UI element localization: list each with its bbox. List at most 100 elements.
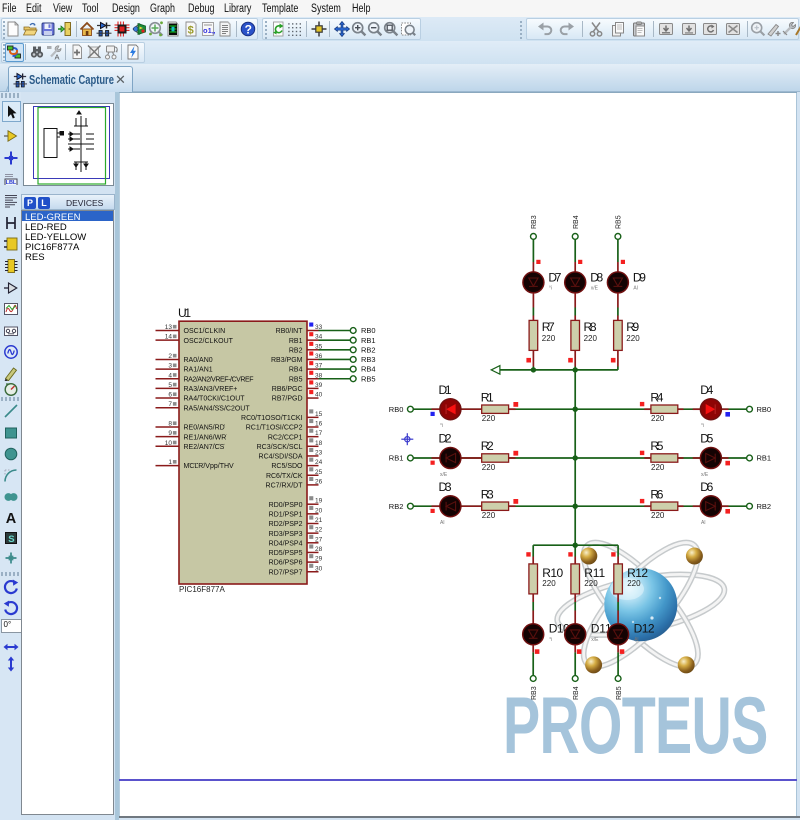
svg-text:RC2/CCP1: RC2/CCP1 xyxy=(268,434,303,441)
svg-text:°i: °i xyxy=(701,423,704,429)
svg-text:17: 17 xyxy=(315,430,323,437)
svg-text:220: 220 xyxy=(651,463,665,472)
svg-text:9: 9 xyxy=(168,430,172,437)
svg-text:10: 10 xyxy=(165,440,173,447)
svg-text:D5: D5 xyxy=(700,432,713,446)
svg-text:27: 27 xyxy=(315,536,323,543)
svg-text:20: 20 xyxy=(315,507,323,514)
svg-text:8: 8 xyxy=(168,421,172,428)
svg-text:R5: R5 xyxy=(650,439,663,453)
svg-text:RA4/T0CKI/C1OUT: RA4/T0CKI/C1OUT xyxy=(184,396,246,403)
svg-text:RB5: RB5 xyxy=(616,686,623,700)
svg-text:RC3/SCK/SCL: RC3/SCK/SCL xyxy=(257,444,303,451)
svg-text:24: 24 xyxy=(315,459,323,466)
svg-text:RB4: RB4 xyxy=(361,365,376,374)
svg-text:23: 23 xyxy=(315,449,323,456)
svg-text:RE0/AN5/RD: RE0/AN5/RD xyxy=(184,425,225,432)
svg-text:RC7/RX/DT: RC7/RX/DT xyxy=(266,483,304,490)
svg-text:RB4: RB4 xyxy=(289,367,303,374)
svg-text:A: A xyxy=(55,53,60,61)
svg-text:RC0/T1OSO/T1CKI: RC0/T1OSO/T1CKI xyxy=(241,415,303,422)
svg-text:RB3/PGM: RB3/PGM xyxy=(271,357,303,364)
svg-text:RB0: RB0 xyxy=(757,405,772,414)
svg-text:x/E: x/E xyxy=(591,285,599,291)
svg-text:RB1: RB1 xyxy=(757,454,772,463)
svg-text:RB3: RB3 xyxy=(531,215,538,229)
svg-text:RB2: RB2 xyxy=(757,502,772,511)
svg-text:220: 220 xyxy=(651,414,665,423)
svg-text:R2: R2 xyxy=(481,439,494,453)
svg-text:°i: °i xyxy=(549,285,552,291)
svg-text:RC5/SDO: RC5/SDO xyxy=(271,463,303,470)
svg-text:RB5: RB5 xyxy=(289,376,303,383)
svg-text:220: 220 xyxy=(626,334,640,343)
svg-text:21: 21 xyxy=(315,517,323,524)
svg-text:220: 220 xyxy=(482,463,496,472)
svg-text:Al: Al xyxy=(701,520,705,526)
svg-text:RB4: RB4 xyxy=(573,686,580,700)
svg-text:RE2/AN7/CS: RE2/AN7/CS xyxy=(184,444,225,451)
svg-text:U1: U1 xyxy=(178,306,191,320)
svg-text:D8: D8 xyxy=(590,270,603,284)
svg-text:RD2/PSP2: RD2/PSP2 xyxy=(269,521,303,528)
svg-text:220: 220 xyxy=(584,334,598,343)
svg-text:OSC1/CLKIN: OSC1/CLKIN xyxy=(184,328,226,335)
svg-text:Al: Al xyxy=(634,637,638,643)
svg-text:3: 3 xyxy=(168,363,172,370)
svg-text:25: 25 xyxy=(315,469,323,476)
svg-text:RB4: RB4 xyxy=(573,215,580,229)
svg-text:Al: Al xyxy=(633,285,637,291)
svg-text:D9: D9 xyxy=(633,270,646,284)
svg-text:R6: R6 xyxy=(650,487,663,501)
svg-text:29: 29 xyxy=(315,556,323,563)
svg-text:19: 19 xyxy=(315,498,323,505)
svg-text:7: 7 xyxy=(168,401,172,408)
svg-text:x/E: x/E xyxy=(701,472,709,478)
svg-text:D7: D7 xyxy=(548,270,561,284)
svg-text:14: 14 xyxy=(165,334,173,341)
svg-text:R9: R9 xyxy=(626,320,639,334)
svg-text:39: 39 xyxy=(315,382,323,389)
svg-text:220: 220 xyxy=(627,579,641,588)
svg-text:D1: D1 xyxy=(439,383,452,397)
svg-text:RB6/PGC: RB6/PGC xyxy=(272,386,303,393)
svg-text:RB3: RB3 xyxy=(361,355,376,364)
svg-text:Al: Al xyxy=(440,520,444,526)
svg-text:1: 1 xyxy=(168,459,172,466)
svg-text:?: ? xyxy=(245,23,252,37)
svg-text:°i: °i xyxy=(549,637,552,643)
svg-text:D2: D2 xyxy=(439,432,452,446)
svg-text:LBL: LBL xyxy=(5,180,16,186)
svg-text:RB2: RB2 xyxy=(289,347,303,354)
svg-text:RA3/AN3/VREF+: RA3/AN3/VREF+ xyxy=(184,386,238,393)
svg-text:R3: R3 xyxy=(481,487,494,501)
svg-text:5: 5 xyxy=(168,382,172,389)
svg-text:RA1/AN1: RA1/AN1 xyxy=(184,367,213,374)
svg-text:D4: D4 xyxy=(700,383,713,397)
svg-text:16: 16 xyxy=(315,421,323,428)
svg-text:RB1: RB1 xyxy=(361,336,376,345)
svg-text:R4: R4 xyxy=(650,390,663,404)
svg-text:RC1/T1OSI/CCP2: RC1/T1OSI/CCP2 xyxy=(246,425,303,432)
svg-text:220: 220 xyxy=(651,511,665,520)
svg-text:RE1/AN6/WR: RE1/AN6/WR xyxy=(184,434,227,441)
svg-text:x/E: x/E xyxy=(591,637,599,643)
svg-text:R8: R8 xyxy=(584,320,597,334)
svg-text:28: 28 xyxy=(315,546,323,553)
svg-text:A: A xyxy=(5,510,16,524)
svg-text:D12: D12 xyxy=(634,621,655,635)
svg-text:RC4/SDI/SDA: RC4/SDI/SDA xyxy=(259,454,303,461)
svg-text:x/E: x/E xyxy=(440,472,448,478)
svg-text:22: 22 xyxy=(315,527,323,534)
svg-text:D6: D6 xyxy=(700,480,713,494)
svg-text:S: S xyxy=(8,534,14,545)
svg-text:220: 220 xyxy=(542,579,556,588)
svg-text:o1„„: o1„„ xyxy=(203,26,216,35)
svg-text:RB2: RB2 xyxy=(361,345,376,354)
svg-text:6: 6 xyxy=(168,392,172,399)
svg-text:13: 13 xyxy=(165,324,173,331)
svg-text:RB7/PGD: RB7/PGD xyxy=(272,396,303,403)
svg-text:R11: R11 xyxy=(584,566,605,580)
svg-text:220: 220 xyxy=(482,511,496,520)
svg-text:$: $ xyxy=(187,25,193,37)
